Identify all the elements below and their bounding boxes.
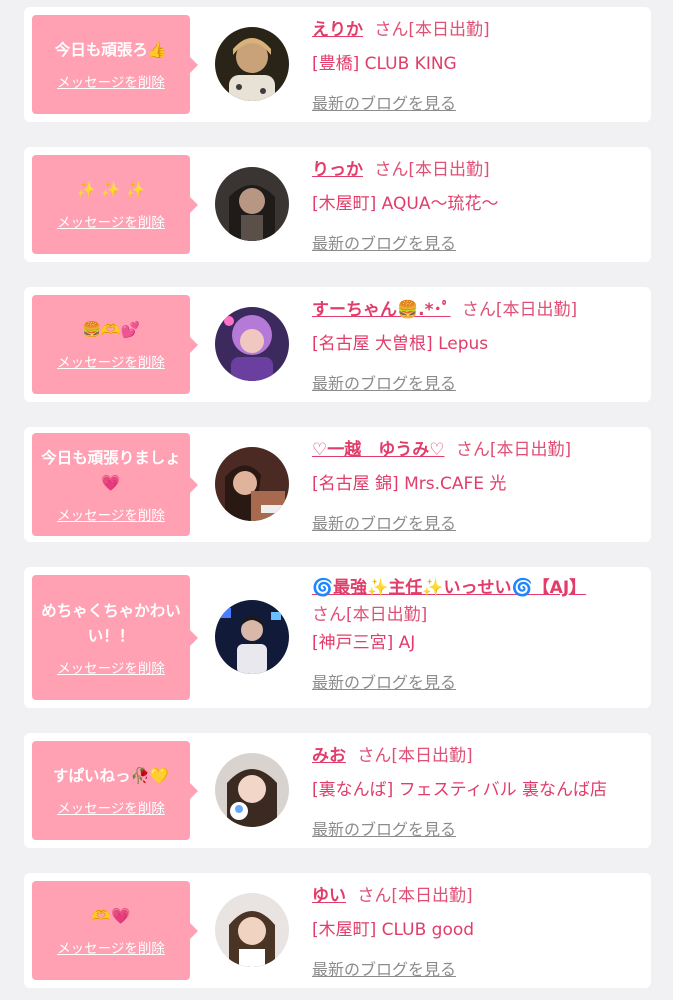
cast-name-link[interactable]: すーちゃん🍔.*･ﾟ <box>312 300 451 320</box>
latest-blog-link[interactable]: 最新のブログを見る <box>312 90 456 114</box>
attendance-status: さん[本日出勤] <box>374 20 490 40</box>
delete-message-link[interactable]: メッセージを削除 <box>57 797 165 817</box>
latest-blog-link[interactable]: 最新のブログを見る <box>312 956 456 980</box>
message-text: 🫶💗 <box>91 907 131 925</box>
message-card: すぱいねっ🥀💛 メッセージを削除 みお さん[本日出勤] [裏なんば] フェステ… <box>24 733 651 848</box>
cast-info: すーちゃん🍔.*･ﾟ さん[本日出勤] [名古屋 大曽根] Lepus 最新のブ… <box>312 297 644 394</box>
latest-blog-link[interactable]: 最新のブログを見る <box>312 510 456 534</box>
message-bubble: 🫶💗 メッセージを削除 <box>32 881 198 980</box>
message-bubble: ✨ ✨ ✨ メッセージを削除 <box>32 155 198 254</box>
cast-name-link[interactable]: 🌀最強✨主任✨いっせい🌀【AJ】 <box>312 578 586 598</box>
message-card: 今日も頑張りましょ💗 メッセージを削除 ♡一越 ゆうみ♡ さん[本日出勤] [名… <box>24 427 651 542</box>
cast-name-link[interactable]: えりか <box>312 20 363 40</box>
cast-info: りっか さん[本日出勤] [木屋町] AQUA～琉花～ 最新のブログを見る <box>312 157 644 254</box>
message-card: めちゃくちゃかわいい！！ メッセージを削除 🌀最強✨主任✨いっせい🌀【AJ】 さ… <box>24 567 651 708</box>
message-card: ✨ ✨ ✨ メッセージを削除 りっか さん[本日出勤] [木屋町] AQUA～琉… <box>24 147 651 262</box>
attendance-status: さん[本日出勤] <box>357 746 473 766</box>
message-text: 🍔🫶💕 <box>82 321 140 339</box>
delete-message-link[interactable]: メッセージを削除 <box>57 504 165 524</box>
avatar[interactable] <box>215 167 289 241</box>
message-bubble: 🍔🫶💕 メッセージを削除 <box>32 295 198 394</box>
cast-info: みお さん[本日出勤] [裏なんば] フェスティバル 裏なんば店 最新のブログを… <box>312 743 644 840</box>
shop-name: [名古屋 錦] Mrs.CAFE 光 <box>312 474 507 494</box>
cast-name-link[interactable]: ゆい <box>312 886 346 906</box>
message-text: ✨ ✨ ✨ <box>76 181 146 199</box>
attendance-status: さん[本日出勤] <box>312 605 428 625</box>
message-bubble: すぱいねっ🥀💛 メッセージを削除 <box>32 741 198 840</box>
message-card: 🍔🫶💕 メッセージを削除 すーちゃん🍔.*･ﾟ さん[本日出勤] [名古屋 大曽… <box>24 287 651 402</box>
cast-info: ♡一越 ゆうみ♡ さん[本日出勤] [名古屋 錦] Mrs.CAFE 光 最新の… <box>312 437 644 534</box>
cast-info: ゆい さん[本日出勤] [木屋町] CLUB good 最新のブログを見る <box>312 883 644 980</box>
shop-name: [裏なんば] フェスティバル 裏なんば店 <box>312 780 608 800</box>
shop-name: [名古屋 大曽根] Lepus <box>312 334 489 354</box>
attendance-status: さん[本日出勤] <box>455 440 572 460</box>
message-text: 今日も頑張ろ👍 <box>54 41 168 59</box>
message-card: 今日も頑張ろ👍 メッセージを削除 えりか さん[本日出勤] [豊橋] CLUB … <box>24 7 651 122</box>
delete-message-link[interactable]: メッセージを削除 <box>57 211 165 231</box>
cast-name-link[interactable]: りっか <box>312 160 363 180</box>
message-text: めちゃくちゃかわいい！！ <box>41 601 181 645</box>
shop-name: [木屋町] AQUA～琉花～ <box>312 194 499 214</box>
latest-blog-link[interactable]: 最新のブログを見る <box>312 669 456 693</box>
attendance-status: さん[本日出勤] <box>374 160 490 180</box>
avatar[interactable] <box>215 27 289 101</box>
cast-name-link[interactable]: みお <box>312 746 346 766</box>
delete-message-link[interactable]: メッセージを削除 <box>57 937 165 957</box>
latest-blog-link[interactable]: 最新のブログを見る <box>312 816 456 840</box>
attendance-status: さん[本日出勤] <box>357 886 473 906</box>
avatar[interactable] <box>215 447 289 521</box>
delete-message-link[interactable]: メッセージを削除 <box>57 657 165 677</box>
message-bubble: めちゃくちゃかわいい！！ メッセージを削除 <box>32 575 198 700</box>
avatar[interactable] <box>215 600 289 674</box>
message-bubble: 今日も頑張ろ👍 メッセージを削除 <box>32 15 198 114</box>
message-card: 🫶💗 メッセージを削除 ゆい さん[本日出勤] [木屋町] CLUB good … <box>24 873 651 988</box>
delete-message-link[interactable]: メッセージを削除 <box>57 71 165 91</box>
delete-message-link[interactable]: メッセージを削除 <box>57 351 165 371</box>
cast-name-link[interactable]: ♡一越 ゆうみ♡ <box>312 440 444 460</box>
message-text: すぱいねっ🥀💛 <box>52 767 170 785</box>
latest-blog-link[interactable]: 最新のブログを見る <box>312 370 456 394</box>
latest-blog-link[interactable]: 最新のブログを見る <box>312 230 456 254</box>
avatar[interactable] <box>215 307 289 381</box>
cast-info: 🌀最強✨主任✨いっせい🌀【AJ】 さん[本日出勤] [神戸三宮] AJ 最新のブ… <box>312 575 644 693</box>
attendance-status: さん[本日出勤] <box>461 300 578 320</box>
shop-name: [豊橋] CLUB KING <box>312 54 457 74</box>
message-text: 今日も頑張りましょ💗 <box>41 448 181 492</box>
message-bubble: 今日も頑張りましょ💗 メッセージを削除 <box>32 433 198 536</box>
cast-info: えりか さん[本日出勤] [豊橋] CLUB KING 最新のブログを見る <box>312 17 644 114</box>
avatar[interactable] <box>215 893 289 967</box>
shop-name: [神戸三宮] AJ <box>312 633 416 653</box>
shop-name: [木屋町] CLUB good <box>312 920 475 940</box>
avatar[interactable] <box>215 753 289 827</box>
